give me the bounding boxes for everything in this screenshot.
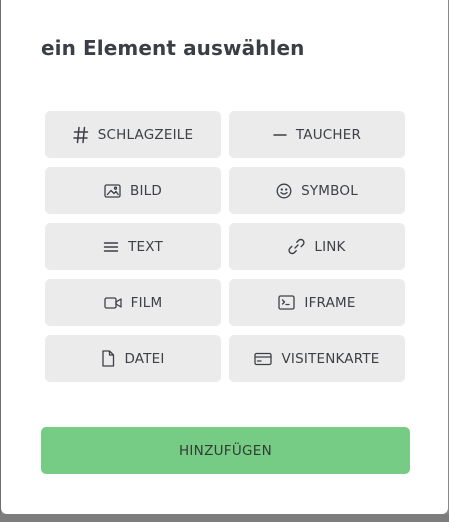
image-icon bbox=[104, 183, 121, 198]
card-icon bbox=[254, 352, 273, 366]
link-icon bbox=[288, 238, 305, 255]
element-button-text[interactable]: TEXT bbox=[45, 223, 221, 270]
element-label: TAUCHER bbox=[295, 126, 362, 143]
element-label: LINK bbox=[314, 238, 346, 255]
hash-icon bbox=[73, 126, 89, 144]
element-grid: SCHLAGZEILE TAUCHER BILD SYMBOL TEXT LIN… bbox=[45, 111, 406, 382]
add-button[interactable]: HINZUFÜGEN bbox=[41, 427, 410, 474]
modal-title: ein Element auswählen bbox=[41, 36, 305, 60]
backdrop bbox=[0, 514, 449, 522]
text-lines-icon bbox=[103, 240, 119, 254]
element-label: FILM bbox=[130, 294, 163, 311]
element-picker-modal: ein Element auswählen SCHLAGZEILE TAUCHE… bbox=[1, 0, 448, 514]
video-camera-icon bbox=[103, 296, 122, 310]
element-button-link[interactable]: LINK bbox=[229, 223, 405, 270]
element-label: DATEI bbox=[124, 350, 165, 367]
element-label: TEXT bbox=[128, 238, 163, 255]
element-label: SYMBOL bbox=[301, 182, 358, 199]
element-button-iframe[interactable]: IFRAME bbox=[229, 279, 405, 326]
element-button-film[interactable]: FILM bbox=[45, 279, 221, 326]
dash-icon bbox=[273, 128, 287, 142]
element-button-visitenkarte[interactable]: VISITENKARTE bbox=[229, 335, 405, 382]
element-label: VISITENKARTE bbox=[281, 350, 380, 367]
file-icon bbox=[101, 350, 115, 367]
element-label: SCHLAGZEILE bbox=[97, 126, 194, 143]
smiley-icon bbox=[276, 183, 292, 199]
element-button-schlagzeile[interactable]: SCHLAGZEILE bbox=[45, 111, 221, 158]
element-button-symbol[interactable]: SYMBOL bbox=[229, 167, 405, 214]
element-button-taucher[interactable]: TAUCHER bbox=[229, 111, 405, 158]
terminal-window-icon bbox=[278, 295, 296, 310]
element-button-bild[interactable]: BILD bbox=[45, 167, 221, 214]
element-button-datei[interactable]: DATEI bbox=[45, 335, 221, 382]
element-label: BILD bbox=[130, 182, 162, 199]
element-label: IFRAME bbox=[304, 294, 356, 311]
